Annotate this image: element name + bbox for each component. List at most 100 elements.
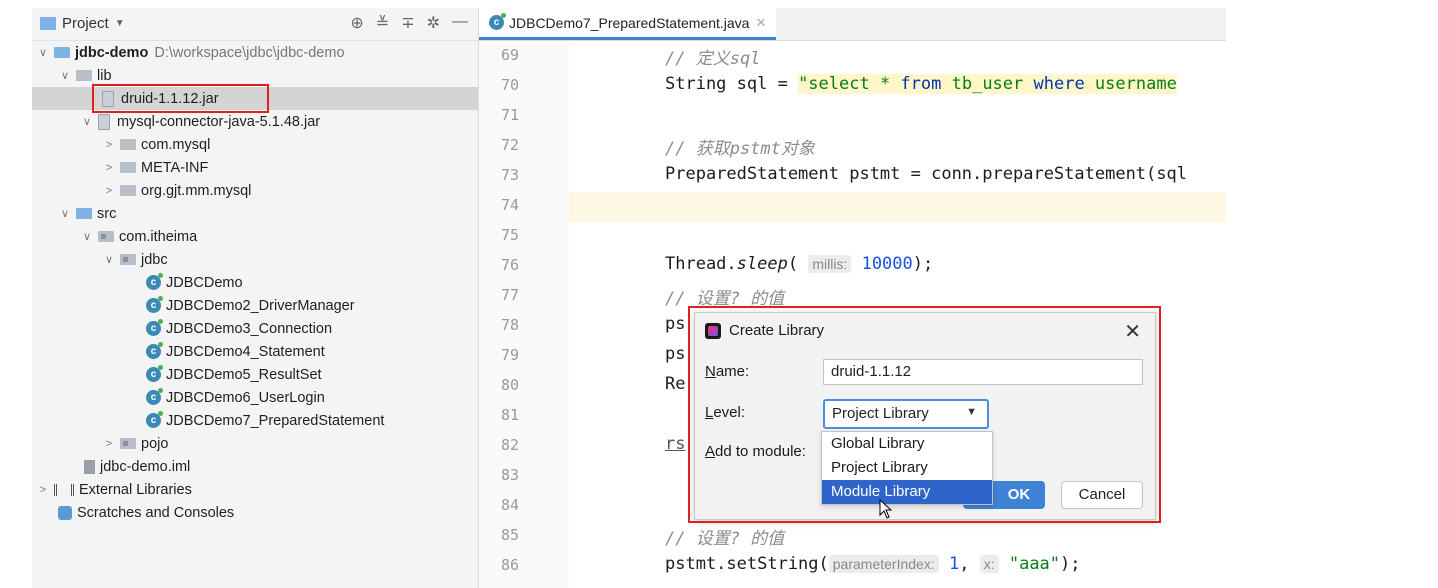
tree-item-external-libraries[interactable]: > External Libraries	[32, 478, 478, 501]
library-icon	[54, 483, 74, 496]
line-number-gutter: 69 70 71 72 73 74 75 76 77 78 79 80 81 8…	[479, 41, 569, 588]
code-token: );	[912, 254, 934, 274]
code-token: 1	[948, 554, 960, 574]
collapse-icon[interactable]: ≚	[376, 13, 389, 33]
tree-item-class[interactable]: c JDBCDemo3_Connection	[32, 317, 478, 340]
line-number: 73	[500, 166, 519, 184]
folder-icon	[76, 70, 92, 81]
code-token: "select *	[798, 74, 901, 94]
chevron-down-icon[interactable]: ∨	[80, 115, 94, 128]
tree-item-class[interactable]: c JDBCDemo5_ResultSet	[32, 363, 478, 386]
tree-item-scratches[interactable]: Scratches and Consoles	[32, 501, 478, 524]
code-token: tb_user	[941, 74, 1034, 94]
tree-item-label: JDBCDemo2_DriverManager	[166, 297, 355, 314]
tree-item-mysql-connector[interactable]: ∨ mysql-connector-java-5.1.48.jar	[32, 110, 478, 133]
tree-item-meta-inf[interactable]: > META-INF	[32, 156, 478, 179]
chevron-down-icon: ▼	[114, 18, 125, 29]
scratches-icon	[58, 505, 72, 520]
module-folder-icon	[54, 47, 70, 58]
tree-item-org-gjt[interactable]: > org.gjt.mm.mysql	[32, 179, 478, 202]
chevron-right-icon[interactable]: >	[102, 185, 116, 197]
line-number: 74	[500, 196, 519, 214]
line-number: 69	[500, 46, 519, 64]
tree-item-label: com.itheima	[119, 228, 198, 245]
chevron-right-icon[interactable]: >	[102, 438, 116, 450]
project-view-selector[interactable]: Project ▼	[40, 15, 125, 32]
project-panel-header: Project ▼ ⊕ ≚ ∓ ✲ —	[32, 8, 478, 41]
tree-item-pojo[interactable]: > pojo	[32, 432, 478, 455]
line-number: 86	[500, 556, 519, 574]
code-token: where	[1033, 74, 1085, 94]
tree-item-label: jdbc-demo	[75, 44, 149, 61]
tree-item-class[interactable]: c JDBCDemo7_PreparedStatement	[32, 409, 478, 432]
code-token: sleep	[736, 254, 788, 274]
code-token: (	[787, 254, 809, 274]
tree-item-iml[interactable]: jdbc-demo.iml	[32, 455, 478, 478]
tree-item-class[interactable]: c JDBCDemo2_DriverManager	[32, 294, 478, 317]
java-class-icon: c	[146, 342, 163, 359]
java-class-icon: c	[146, 296, 163, 313]
tree-item-label: JDBCDemo3_Connection	[166, 320, 333, 337]
tree-item-label: JDBCDemo5_ResultSet	[166, 366, 322, 383]
code-token: 10000	[861, 254, 913, 274]
line-number: 84	[500, 496, 519, 514]
parameter-hint: millis:	[808, 255, 852, 273]
code-line: Thread.sleep( millis: 10000);	[665, 254, 933, 274]
line-number: 75	[500, 226, 519, 244]
tree-item-com-mysql[interactable]: > com.mysql	[32, 133, 478, 156]
chevron-right-icon[interactable]: >	[102, 162, 116, 174]
tree-item-class[interactable]: c JDBCDemo	[32, 271, 478, 294]
line-number: 85	[500, 526, 519, 544]
chevron-down-icon[interactable]: ∨	[58, 69, 72, 82]
line-number: 77	[500, 286, 519, 304]
chevron-right-icon[interactable]: >	[36, 484, 50, 496]
line-number: 71	[500, 106, 519, 124]
chevron-down-icon[interactable]: ∨	[102, 253, 116, 266]
java-class-icon: c	[146, 365, 163, 382]
folder-icon	[120, 185, 136, 196]
line-number: 83	[500, 466, 519, 484]
tree-item-class[interactable]: c JDBCDemo6_UserLogin	[32, 386, 478, 409]
chevron-down-icon[interactable]: ∨	[80, 230, 94, 243]
code-line: // 定义sql	[665, 49, 761, 69]
code-token: from	[900, 74, 942, 94]
tree-item-label: org.gjt.mm.mysql	[141, 182, 252, 199]
close-icon[interactable]: ✕	[755, 15, 766, 31]
java-class-icon: c	[146, 388, 163, 405]
editor-tab-bar: c JDBCDemo7_PreparedStatement.java ✕	[479, 8, 1226, 41]
code-token: Thread.	[665, 254, 737, 274]
string-literal: "select * from tb_user where username	[798, 74, 1177, 94]
line-number: 72	[500, 136, 519, 154]
code-line: rs	[665, 434, 686, 454]
tree-item-label: JDBCDemo6_UserLogin	[166, 389, 325, 406]
tab-label: JDBCDemo7_PreparedStatement.java	[509, 14, 750, 31]
tree-item-src[interactable]: ∨ src	[32, 202, 478, 225]
java-class-icon: c	[489, 13, 506, 30]
tree-item-class[interactable]: c JDBCDemo4_Statement	[32, 340, 478, 363]
tree-item-label: JDBCDemo	[166, 274, 243, 291]
tree-item-jdbc-demo[interactable]: ∨ jdbc-demo D:\workspace\jdbc\jdbc-demo	[32, 41, 478, 64]
tree-item-com-itheima[interactable]: ∨ com.itheima	[32, 225, 478, 248]
tree-item-jdbc[interactable]: ∨ jdbc	[32, 248, 478, 271]
java-class-icon: c	[146, 411, 163, 428]
gear-icon[interactable]: ✲	[427, 13, 440, 33]
tree-item-label: JDBCDemo4_Statement	[166, 343, 325, 360]
chevron-down-icon[interactable]: ∨	[36, 46, 50, 59]
tree-item-label: lib	[97, 67, 112, 84]
tree-item-label: Scratches and Consoles	[77, 504, 235, 521]
globe-icon[interactable]: ⊕	[350, 13, 363, 33]
code-line: ps	[665, 344, 686, 364]
project-title: Project	[62, 15, 109, 32]
code-line: ps	[665, 314, 686, 334]
chevron-down-icon[interactable]: ∨	[58, 207, 72, 220]
tree-item-label: External Libraries	[79, 481, 192, 498]
chevron-right-icon[interactable]: >	[102, 139, 116, 151]
line-number: 78	[500, 316, 519, 334]
line-number: 80	[500, 376, 519, 394]
tree-item-label: src	[97, 205, 117, 222]
parameter-hint: parameterIndex:	[828, 555, 939, 573]
tab-jdbcdemo7[interactable]: c JDBCDemo7_PreparedStatement.java ✕	[479, 8, 777, 40]
minimize-icon[interactable]: —	[452, 13, 468, 33]
expand-icon[interactable]: ∓	[401, 13, 414, 33]
jar-icon	[98, 113, 110, 130]
